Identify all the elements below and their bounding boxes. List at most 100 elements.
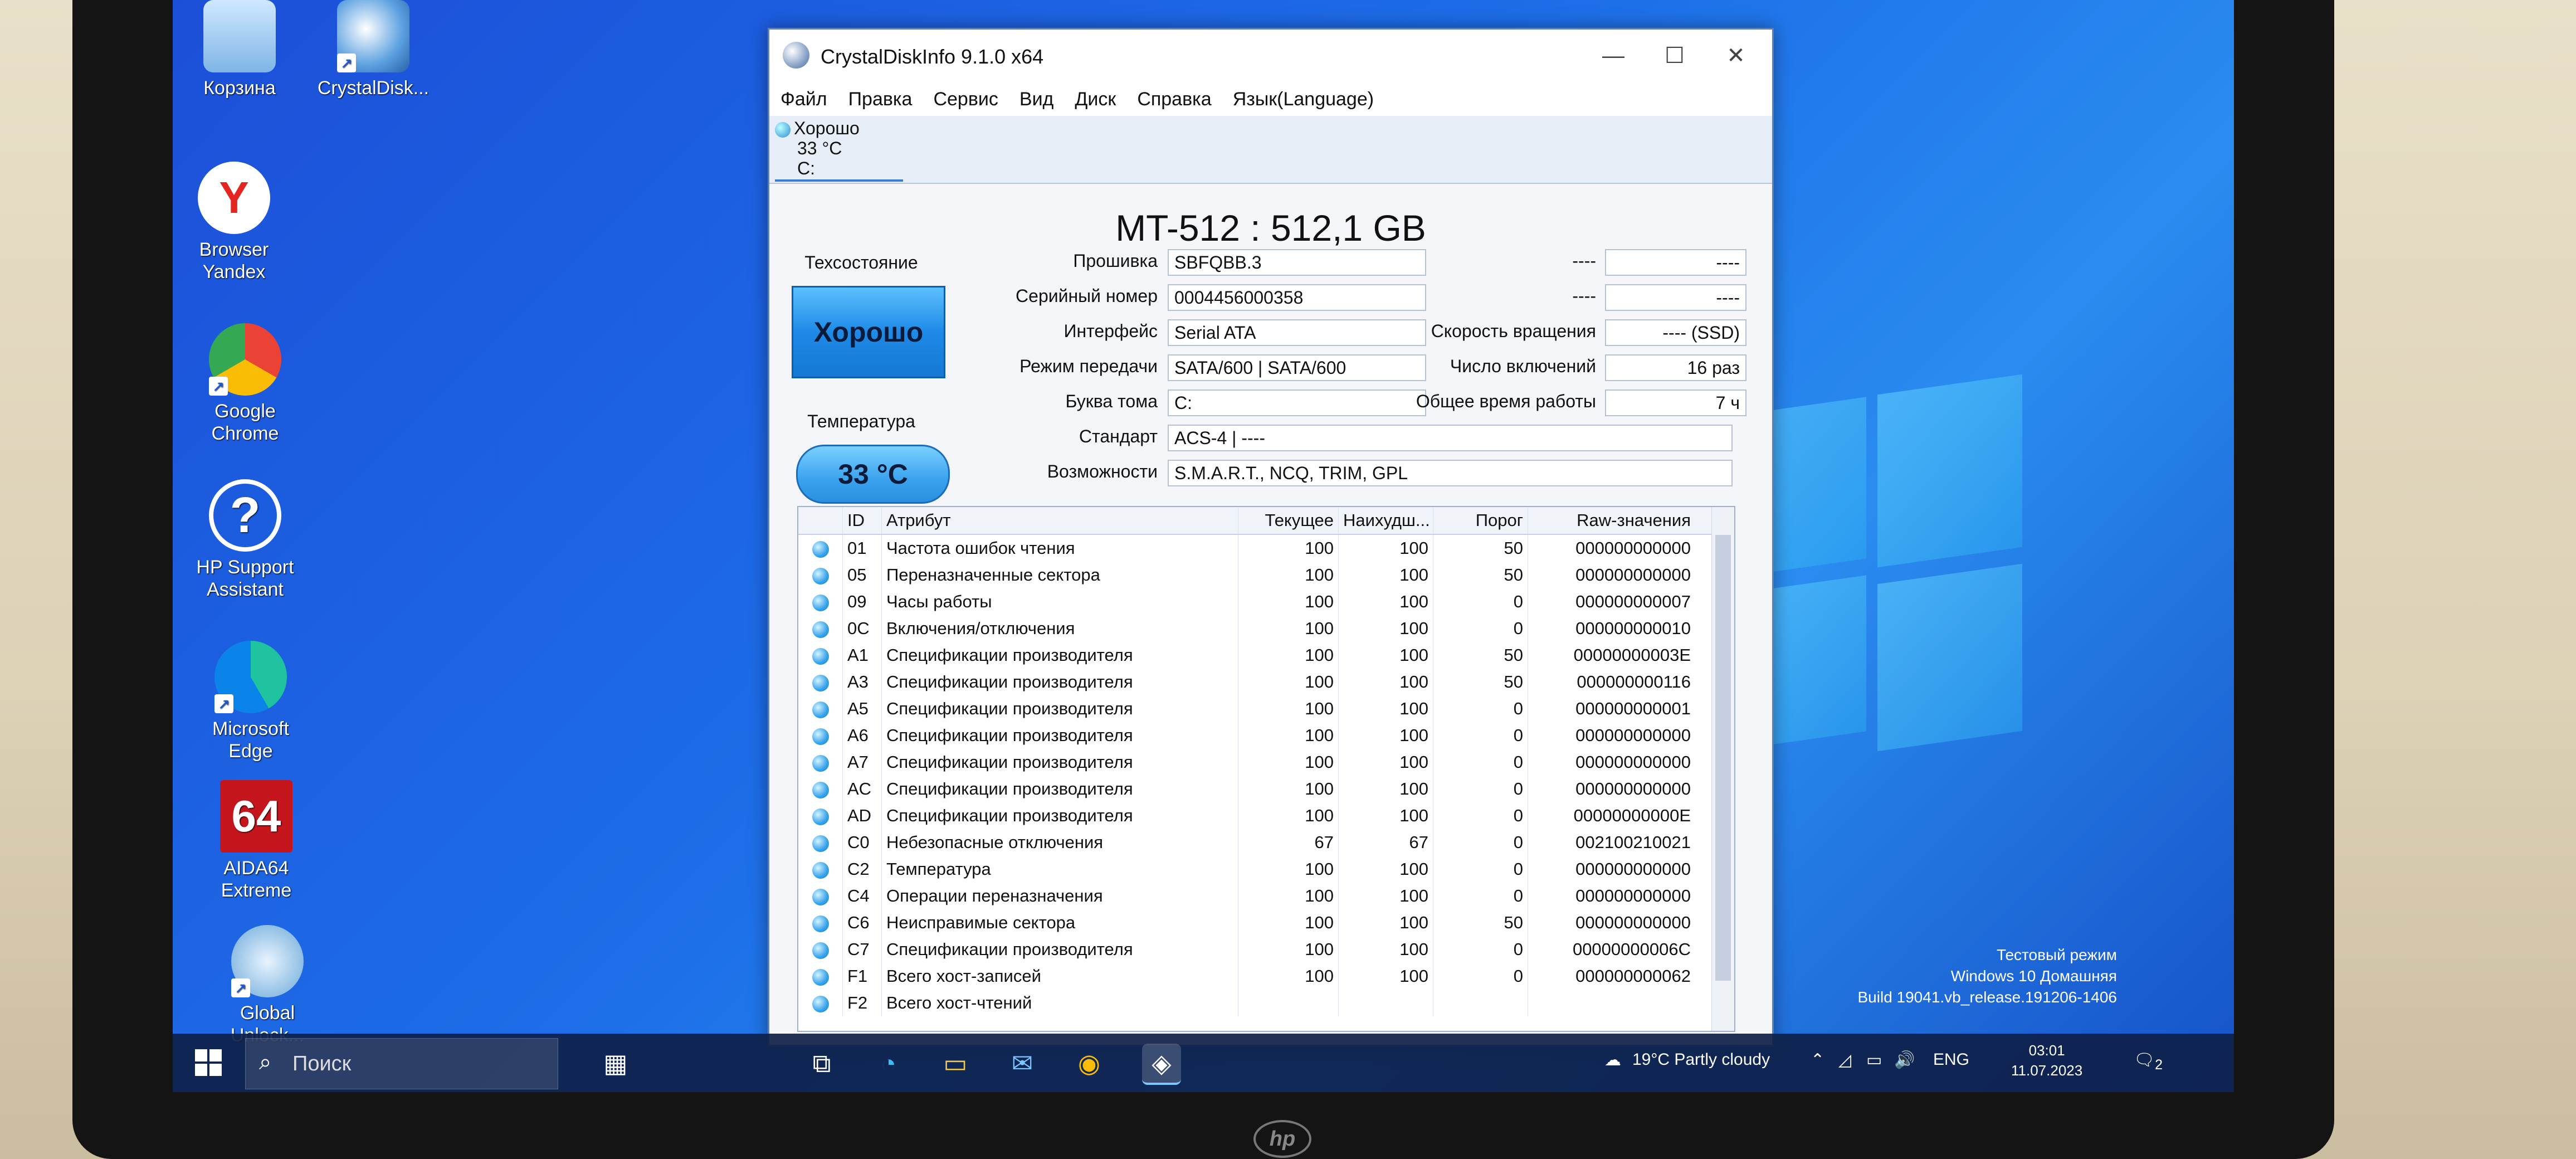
desktop-icon-aida64[interactable]: 64 AIDA64 Extreme <box>195 780 318 902</box>
table-row[interactable]: C0 Небезопасные отключения 67 67 0 0021002100… <box>798 829 1734 856</box>
smart-threshold: 50 <box>1433 909 1528 936</box>
minimize-button[interactable]: — <box>1583 36 1644 75</box>
table-row[interactable]: F2 Всего хост-чтений <box>798 990 1734 1016</box>
chrome-icon: ↗ <box>209 323 281 396</box>
power-on-count-label: Число включений <box>1450 356 1596 376</box>
menu-view[interactable]: Вид <box>1019 89 1054 110</box>
health-label: Техсостояние <box>804 252 918 272</box>
scrollbar-thumb[interactable] <box>1715 535 1731 981</box>
table-row[interactable]: F1 Всего хост-записей 100 100 0 000000000062 <box>798 963 1734 990</box>
taskbar-search-box[interactable]: ⌕ Поиск <box>245 1038 558 1089</box>
smart-raw: 00000000006C <box>1572 939 1691 959</box>
desktop-icon-chrome[interactable]: ↗ Google Chrome <box>184 323 306 445</box>
watermark-line-1: Тестовый режим <box>1996 946 2117 963</box>
serial-value: 0004456000358 <box>1168 284 1426 311</box>
crystaldisk-icon[interactable]: ◈ <box>1142 1044 1181 1085</box>
smart-current: 100 <box>1238 642 1339 669</box>
status-cell <box>798 562 843 588</box>
smart-threshold: 0 <box>1433 829 1528 856</box>
show-hidden-icons-icon[interactable]: ⌃ <box>1811 1050 1824 1070</box>
table-row[interactable]: C6 Неисправимые сектора 100 100 50 0000000000… <box>798 909 1734 936</box>
desktop-icon-edge[interactable]: ↗ Microsoft Edge <box>189 641 312 762</box>
header-raw-values[interactable]: Raw-значения <box>1528 507 1695 534</box>
desktop-icon-recycle-bin[interactable]: Корзина <box>178 0 301 99</box>
network-icon[interactable]: ◿ <box>1838 1050 1851 1070</box>
table-row[interactable]: 09 Часы работы 100 100 0 000000000007 <box>798 588 1734 615</box>
search-icon: ⌕ <box>259 1050 272 1074</box>
standard-label: Стандарт <box>1079 426 1158 446</box>
health-status-button[interactable]: Хорошо <box>792 286 945 378</box>
smart-id: F1 <box>843 963 882 990</box>
desktop-icon-global-unlock[interactable]: ↗ Global Unlock... <box>206 925 329 1046</box>
menu-bar: Файл Правка Сервис Вид Диск Справка Язык… <box>769 82 1772 116</box>
notification-icon[interactable]: 🗨2 <box>2134 1050 2163 1073</box>
crystaldisk-icon: ↗ <box>337 0 409 72</box>
edge-icon[interactable]: ◔ <box>869 1044 908 1083</box>
menu-file[interactable]: Файл <box>780 89 827 110</box>
task-view-icon[interactable]: ⧉ <box>802 1044 841 1083</box>
weather-icon[interactable]: ☁ <box>1604 1050 1621 1070</box>
header-id[interactable]: ID <box>843 507 882 534</box>
smart-worst: 100 <box>1339 776 1433 802</box>
smart-attribute: Всего хост-записей <box>882 963 1238 990</box>
weather-widget[interactable]: 19°C Partly cloudy <box>1632 1050 1770 1069</box>
desktop-icon-crystaldisk[interactable]: ↗ CrystalDisk... <box>312 0 435 99</box>
drive-tab-c[interactable]: Хорошо 33 °C C: <box>775 118 903 182</box>
menu-service[interactable]: Сервис <box>933 89 998 110</box>
smart-worst: 100 <box>1339 562 1433 588</box>
desktop-icon-label: AIDA64 Extreme <box>221 858 292 901</box>
table-row[interactable]: 05 Переназначенные сектора 100 100 50 0000000… <box>798 562 1734 588</box>
chrome-icon[interactable]: ◉ <box>1070 1044 1109 1083</box>
header-current[interactable]: Текущее <box>1238 507 1339 534</box>
status-dot-icon <box>812 835 829 852</box>
status-cell <box>798 936 843 963</box>
taskbar: ⌕ Поиск ▦ ⧉ ◔ ▭ ✉ ◉ ◈ ☁ 19°C Partly clou… <box>173 1034 2234 1092</box>
table-row[interactable]: 0C Включения/отключения 100 100 0 00000000001… <box>798 615 1734 642</box>
table-row[interactable]: A5 Спецификации производителя 100 100 0 00000… <box>798 695 1734 722</box>
watermark-line-3: Build 19041.vb_release.191206-1406 <box>1857 988 2118 1006</box>
table-row[interactable]: AD Спецификации производителя 100 100 0 00000… <box>798 802 1734 829</box>
header-threshold[interactable]: Порог <box>1433 507 1528 534</box>
smart-raw: 000000000000 <box>1575 779 1691 798</box>
desktop-icon-hp-support[interactable]: ? HP Support Assistant <box>184 479 306 601</box>
status-cell <box>798 588 843 615</box>
recycle-bin-icon <box>203 0 276 72</box>
menu-edit[interactable]: Правка <box>848 89 913 110</box>
smart-raw: 000000000007 <box>1575 592 1691 611</box>
menu-language[interactable]: Язык(Language) <box>1233 89 1374 110</box>
maximize-button[interactable]: ☐ <box>1644 36 1705 75</box>
menu-help[interactable]: Справка <box>1137 89 1211 110</box>
battery-icon[interactable]: ▭ <box>1866 1050 1882 1070</box>
file-explorer-icon[interactable]: ▭ <box>936 1044 975 1083</box>
volume-icon[interactable]: 🔊 <box>1894 1050 1915 1070</box>
header-attribute[interactable]: Атрибут <box>882 507 1238 534</box>
table-row[interactable]: A6 Спецификации производителя 100 100 0 00000… <box>798 722 1734 749</box>
table-row[interactable]: C2 Температура 100 100 0 000000000000 <box>798 856 1734 883</box>
language-indicator[interactable]: ENG <box>1933 1050 1969 1069</box>
status-dot-icon <box>812 968 829 986</box>
search-highlight-icon[interactable]: ▦ <box>596 1044 635 1083</box>
desktop-icon-yandex[interactable]: Y Browser Yandex <box>173 162 295 283</box>
table-row[interactable]: 01 Частота ошибок чтения 100 100 50 000000000… <box>798 535 1734 562</box>
close-button[interactable]: ✕ <box>1705 36 1767 75</box>
menu-disk[interactable]: Диск <box>1075 89 1116 110</box>
header-worst[interactable]: Наихудш... <box>1339 507 1433 534</box>
mail-icon[interactable]: ✉ <box>1003 1044 1042 1083</box>
table-row[interactable]: C4 Операции переназначения 100 100 0 00000000… <box>798 883 1734 909</box>
table-row[interactable]: A7 Спецификации производителя 100 100 0 00000… <box>798 749 1734 776</box>
window-title: CrystalDiskInfo 9.1.0 x64 <box>821 45 1044 68</box>
notification-count: 2 <box>2155 1057 2163 1073</box>
temperature-button[interactable]: 33 °C <box>796 445 950 504</box>
edge-icon: ↗ <box>214 641 287 713</box>
aida64-icon: 64 <box>220 780 292 853</box>
clock[interactable]: 03:01 11.07.2023 <box>2011 1040 2082 1080</box>
title-bar[interactable]: CrystalDiskInfo 9.1.0 x64 — ☐ ✕ <box>769 30 1772 82</box>
smart-threshold: 50 <box>1433 669 1528 695</box>
status-dot-icon <box>812 754 829 772</box>
table-row[interactable]: AC Спецификации производителя 100 100 0 00000… <box>798 776 1734 802</box>
smart-table-scrollbar[interactable] <box>1711 507 1734 1031</box>
table-row[interactable]: A1 Спецификации производителя 100 100 50 0000… <box>798 642 1734 669</box>
table-row[interactable]: C7 Спецификации производителя 100 100 0 00000… <box>798 936 1734 963</box>
table-row[interactable]: A3 Спецификации производителя 100 100 50 0000… <box>798 669 1734 695</box>
start-button[interactable] <box>195 1049 223 1077</box>
